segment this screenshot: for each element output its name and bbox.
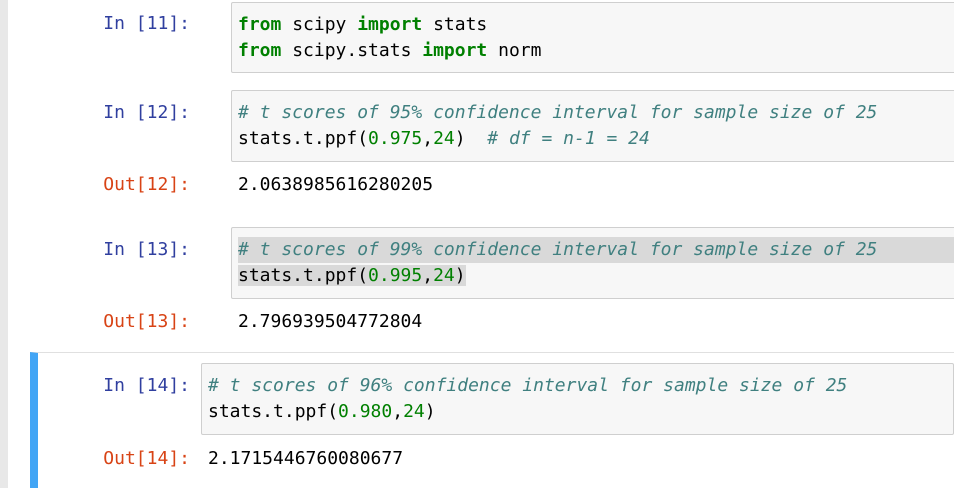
code-token: norm [487,40,542,61]
code-cell-11[interactable]: In [11]: from scipy import stats from sc… [30,0,954,90]
code-token: , [422,128,434,149]
code-token: stats.t.ppf( [238,265,369,286]
code-line: from scipy.stats import norm [238,38,954,64]
out-prompt: Out[14]: [103,448,190,469]
notebook-left-gutter [0,0,8,488]
code-token: ) [424,401,436,422]
keyword-token: from [238,40,282,61]
code-comment: # t scores of 99% confidence interval fo… [238,237,954,263]
number-token: 24 [433,265,455,286]
code-token: ) [454,265,466,286]
code-comment: # t scores of 95% confidence interval fo… [238,102,878,123]
code-token: , [422,265,434,286]
number-token: 0.975 [368,128,423,149]
number-token: 24 [433,128,455,149]
number-token: 0.980 [338,401,393,422]
text-selection: stats.t.ppf(0.995,24) [238,265,466,286]
keyword-token: from [238,14,282,35]
code-comment: # t scores of 96% confidence interval fo… [208,375,848,396]
out-prompt: Out[12]: [103,174,190,195]
number-token: 24 [403,401,425,422]
code-input-area[interactable]: # t scores of 99% confidence interval fo… [231,227,954,299]
code-token: scipy [281,14,358,35]
keyword-token: import [422,40,488,61]
code-input-area[interactable]: from scipy import stats from scipy.stats… [231,2,954,73]
code-input-area[interactable]: # t scores of 96% confidence interval fo… [201,363,954,435]
out-prompt: Out[13]: [103,311,190,332]
code-cell-14-selected[interactable]: In [14]: # t scores of 96% confidence in… [30,352,954,488]
code-token: stats.t.ppf( [238,128,369,149]
in-prompt: In [11]: [103,13,190,34]
in-prompt: In [12]: [103,102,190,123]
cell-output: 2.1715446760080677 [208,448,404,469]
code-line: from scipy import stats [238,12,954,38]
number-token: 0.995 [368,265,423,286]
code-line: stats.t.ppf(0.980,24) [208,399,953,425]
code-line: stats.t.ppf(0.975,24) # df = n-1 = 24 [238,126,954,152]
code-token: ) [454,128,466,149]
code-comment: # df = n-1 = 24 [465,128,650,149]
keyword-token: import [357,14,423,35]
cell-output: 2.796939504772804 [238,311,423,332]
in-prompt: In [13]: [103,239,190,260]
cell-output: 2.0638985616280205 [238,174,434,195]
code-input-area[interactable]: # t scores of 95% confidence interval fo… [231,90,954,162]
code-line: stats.t.ppf(0.995,24) [238,263,954,289]
code-token: stats [422,14,488,35]
code-token: , [392,401,404,422]
code-token: stats.t.ppf( [208,401,339,422]
in-prompt: In [14]: [103,375,190,396]
code-line: # t scores of 99% confidence interval fo… [238,237,954,263]
code-cell-12[interactable]: In [12]: # t scores of 95% confidence in… [30,90,954,218]
code-cell-13[interactable]: In [13]: # t scores of 99% confidence in… [30,227,954,347]
code-token: scipy.stats [281,40,423,61]
